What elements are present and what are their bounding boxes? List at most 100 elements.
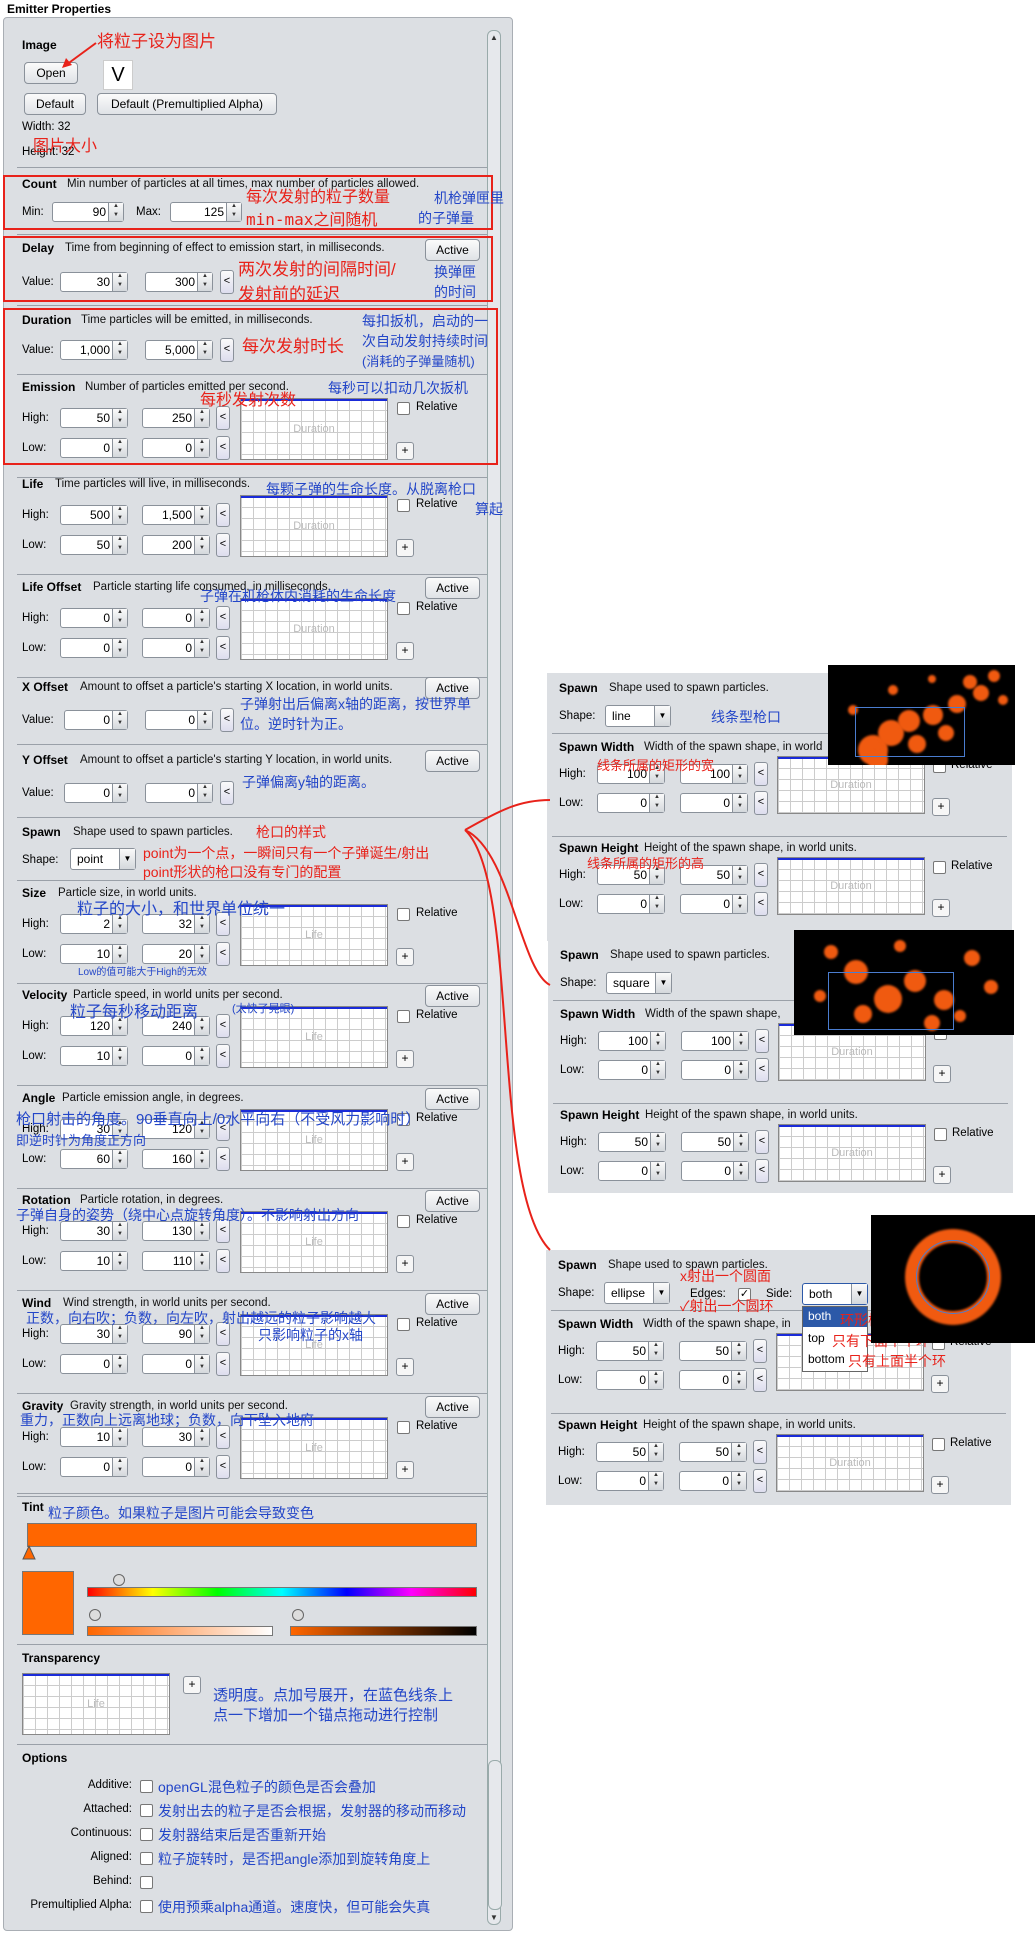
life-relative-checkbox[interactable] (397, 499, 410, 512)
life_offset-low-max-spinner[interactable]: 0 (142, 638, 210, 658)
tint-gradient-bar[interactable] (27, 1523, 477, 1547)
hue-knob[interactable] (113, 1574, 125, 1586)
spawn-height-expand-plus-button[interactable]: + (932, 899, 950, 917)
spawn-width-low-min-spinner[interactable]: 0 (598, 1060, 666, 1080)
life_offset-high-max-spinner[interactable]: 0 (142, 608, 210, 628)
spawn-height-low-max-spinner[interactable]: 0 (680, 894, 748, 914)
x_offset-value2-spinner[interactable]: 0 (145, 710, 213, 730)
spinner-arrows[interactable] (733, 1061, 748, 1079)
spinner-arrows[interactable] (112, 536, 127, 554)
count-max-spinner[interactable]: 125 (170, 202, 242, 222)
spinner-arrows[interactable] (732, 794, 747, 812)
spawn-width-expand-plus-button[interactable]: + (931, 1375, 949, 1393)
size-expand-plus-button[interactable]: + (396, 948, 414, 966)
expand-button[interactable]: < (216, 436, 230, 460)
x_offset-value1-spinner[interactable]: 0 (64, 710, 128, 730)
spinner-arrows[interactable] (194, 945, 209, 963)
emission-high-max-spinner[interactable]: 250 (142, 408, 210, 428)
y_offset-value2-spinner[interactable]: 0 (145, 783, 213, 803)
life-high-max-spinner[interactable]: 1,500 (142, 505, 210, 525)
spinner-arrows[interactable] (112, 1428, 127, 1446)
expand-button[interactable]: < (216, 1014, 230, 1038)
gravity-relative-checkbox[interactable] (397, 1421, 410, 1434)
gravity-low-min-spinner[interactable]: 0 (60, 1457, 128, 1477)
spinner-arrows[interactable] (731, 1342, 746, 1360)
velocity-relative-checkbox[interactable] (397, 1010, 410, 1023)
gravity-expand-plus-button[interactable]: + (396, 1461, 414, 1479)
spinner-arrows[interactable] (112, 1355, 127, 1373)
spawn-height-graph[interactable]: Duration (776, 1434, 924, 1492)
spinner-arrows[interactable] (112, 609, 127, 627)
spawn-height-graph[interactable]: Duration (778, 1124, 926, 1182)
spawn-height-relative-checkbox[interactable] (934, 1128, 947, 1141)
duration-value1-spinner[interactable]: 1,000 (60, 340, 128, 360)
wind-low-max-spinner[interactable]: 0 (142, 1354, 210, 1374)
spawn-height-high-max-spinner[interactable]: 50 (679, 1442, 747, 1462)
expand-button[interactable]: < (755, 1058, 769, 1082)
spinner-arrows[interactable] (649, 794, 664, 812)
life_offset-low-min-spinner[interactable]: 0 (60, 638, 128, 658)
expand-button[interactable]: < (754, 791, 768, 815)
wind-relative-checkbox[interactable] (397, 1318, 410, 1331)
expand-button[interactable]: < (220, 708, 234, 732)
spinner-arrows[interactable] (650, 1061, 665, 1079)
velocity-expand-plus-button[interactable]: + (396, 1050, 414, 1068)
spinner-arrows[interactable] (194, 439, 209, 457)
spinner-arrows[interactable] (650, 1032, 665, 1050)
angle-low-max-spinner[interactable]: 160 (142, 1149, 210, 1169)
rotation-expand-plus-button[interactable]: + (396, 1255, 414, 1273)
expand-button[interactable]: < (753, 1440, 767, 1464)
brightness-knob[interactable] (292, 1609, 304, 1621)
life_offset-high-min-spinner[interactable]: 0 (60, 608, 128, 628)
spinner-arrows[interactable] (194, 1047, 209, 1065)
expand-button[interactable]: < (216, 636, 230, 660)
velocity-low-max-spinner[interactable]: 0 (142, 1046, 210, 1066)
duration-value2-spinner[interactable]: 5,000 (145, 340, 213, 360)
spinner-arrows[interactable] (112, 1047, 127, 1065)
spinner-arrows[interactable] (112, 945, 127, 963)
spinner-arrows[interactable] (112, 1458, 127, 1476)
expand-button[interactable]: < (755, 1159, 769, 1183)
expand-button[interactable]: < (753, 1368, 767, 1392)
spinner-arrows[interactable] (112, 439, 127, 457)
spinner-arrows[interactable] (226, 203, 241, 221)
spinner-arrows[interactable] (194, 506, 209, 524)
spawn-shape-select[interactable]: line ▼ (605, 705, 671, 727)
spinner-arrows[interactable] (650, 1133, 665, 1151)
life_offset-active-button[interactable]: Active (425, 577, 480, 599)
spinner-arrows[interactable] (197, 341, 212, 359)
spawn-height-high-min-spinner[interactable]: 50 (596, 1442, 664, 1462)
option-checkbox[interactable] (140, 1780, 153, 1793)
spinner-arrows[interactable] (733, 1162, 748, 1180)
spinner-arrows[interactable] (112, 639, 127, 657)
spinner-arrows[interactable] (108, 203, 123, 221)
spinner-arrows[interactable] (197, 784, 212, 802)
spinner-arrows[interactable] (112, 506, 127, 524)
gravity-high-max-spinner[interactable]: 30 (142, 1427, 210, 1447)
spawn-width-high-max-spinner[interactable]: 50 (679, 1341, 747, 1361)
spawn-height-low-max-spinner[interactable]: 0 (681, 1161, 749, 1181)
spawn-height-low-max-spinner[interactable]: 0 (679, 1471, 747, 1491)
life-low-min-spinner[interactable]: 50 (60, 535, 128, 555)
emission-low-max-spinner[interactable]: 0 (142, 438, 210, 458)
rotation-low-max-spinner[interactable]: 110 (142, 1251, 210, 1271)
hue-slider[interactable] (87, 1587, 477, 1597)
spinner-arrows[interactable] (197, 711, 212, 729)
spinner-arrows[interactable] (112, 711, 127, 729)
expand-button[interactable]: < (754, 863, 768, 887)
size-relative-checkbox[interactable] (397, 908, 410, 921)
spinner-arrows[interactable] (194, 639, 209, 657)
spinner-arrows[interactable] (112, 273, 127, 291)
spinner-arrows[interactable] (648, 1472, 663, 1490)
spinner-arrows[interactable] (648, 1443, 663, 1461)
delay-value1-spinner[interactable]: 30 (60, 272, 128, 292)
spawn-width-expand-plus-button[interactable]: + (932, 798, 950, 816)
spinner-arrows[interactable] (112, 409, 127, 427)
options-scrollbar[interactable] (488, 1760, 502, 1910)
life-low-max-spinner[interactable]: 200 (142, 535, 210, 555)
expand-button[interactable]: < (755, 1029, 769, 1053)
spinner-arrows[interactable] (733, 1032, 748, 1050)
saturation-knob[interactable] (89, 1609, 101, 1621)
option-checkbox[interactable] (140, 1804, 153, 1817)
spinner-arrows[interactable] (197, 273, 212, 291)
